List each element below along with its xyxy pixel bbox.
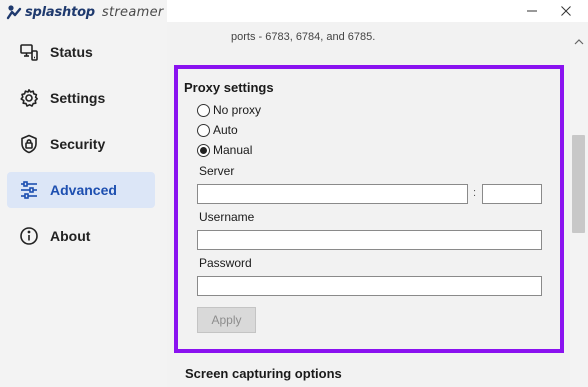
- sidebar-item-label: About: [50, 228, 91, 244]
- sidebar-item-status[interactable]: Status: [7, 34, 155, 70]
- radio-auto[interactable]: Auto: [197, 122, 238, 138]
- proxy-settings-section: Proxy settings No proxy Auto Manual Serv…: [174, 65, 564, 353]
- status-monitor-icon: [18, 41, 40, 63]
- info-icon: [18, 225, 40, 247]
- radio-label: Manual: [213, 143, 253, 157]
- proxy-settings-title: Proxy settings: [184, 80, 274, 95]
- sidebar: splashtop streamer Status Settings Secur…: [0, 0, 167, 387]
- scroll-up-arrow-icon[interactable]: [570, 36, 588, 48]
- screen-capturing-section-title: Screen capturing options: [185, 366, 342, 381]
- radio-manual[interactable]: Manual: [197, 142, 252, 158]
- ports-info-text: ports - 6783, 6784, and 6785.: [231, 31, 376, 43]
- scrollbar-thumb[interactable]: [572, 135, 585, 233]
- server-input[interactable]: [197, 184, 468, 204]
- radio-indicator[interactable]: [197, 123, 210, 137]
- minimize-icon: [527, 10, 537, 12]
- gear-icon: [18, 87, 40, 109]
- apply-button[interactable]: Apply: [197, 307, 256, 333]
- port-input[interactable]: [482, 184, 542, 204]
- radio-indicator[interactable]: [197, 143, 210, 157]
- shield-lock-icon: [18, 133, 40, 155]
- vertical-scrollbar[interactable]: [570, 22, 588, 387]
- close-button[interactable]: [552, 0, 580, 22]
- minimize-button[interactable]: [518, 0, 546, 22]
- logo-brand-text: splashtop: [25, 4, 95, 20]
- radio-no-proxy[interactable]: No proxy: [197, 102, 261, 118]
- logo-product-text: streamer: [101, 4, 164, 20]
- sidebar-item-label: Status: [50, 44, 93, 60]
- sliders-icon: [18, 179, 40, 201]
- sidebar-item-label: Security: [50, 136, 106, 152]
- username-input[interactable]: [197, 230, 542, 250]
- sidebar-item-label: Settings: [50, 90, 106, 106]
- radio-label: Auto: [213, 123, 238, 137]
- server-label: Server: [199, 164, 235, 178]
- username-label: Username: [199, 210, 255, 224]
- splashtop-logo-icon: [6, 5, 22, 20]
- advanced-settings-panel: ports - 6783, 6784, and 6785. Proxy sett…: [167, 22, 570, 387]
- sidebar-item-settings[interactable]: Settings: [7, 80, 155, 116]
- password-input[interactable]: [197, 276, 542, 296]
- port-separator: :: [473, 187, 477, 199]
- sidebar-item-about[interactable]: About: [7, 218, 155, 254]
- radio-label: No proxy: [213, 103, 262, 117]
- sidebar-item-advanced[interactable]: Advanced: [7, 172, 155, 208]
- sidebar-item-label: Advanced: [50, 182, 117, 198]
- app-logo: splashtop streamer: [6, 3, 164, 21]
- sidebar-item-security[interactable]: Security: [7, 126, 155, 162]
- password-label: Password: [199, 256, 252, 270]
- radio-indicator[interactable]: [197, 103, 210, 117]
- close-icon: [561, 6, 571, 16]
